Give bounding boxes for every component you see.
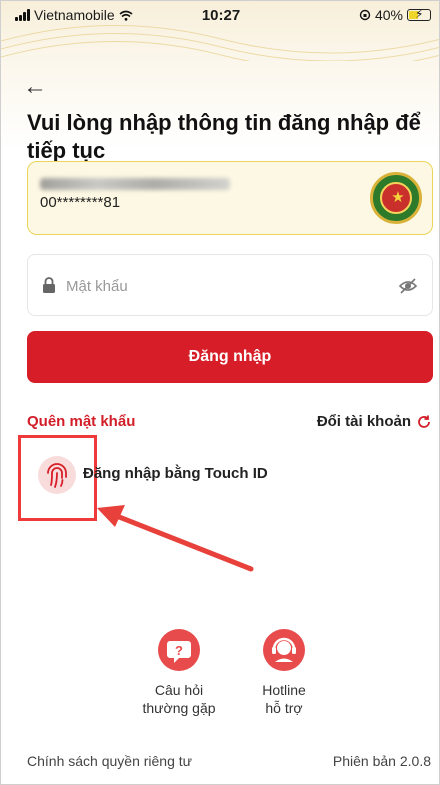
switch-account-link[interactable]: Đổi tài khoản [317, 413, 431, 430]
fingerprint-icon [47, 463, 67, 488]
page-title: Vui lòng nhập thông tin đăng nhập để tiế… [27, 110, 421, 163]
battery-icon: ⚡ [407, 7, 431, 21]
back-arrow-icon[interactable]: ← [23, 75, 47, 99]
hotline-label-line2: hỗ trợ [265, 700, 303, 716]
password-input[interactable] [66, 275, 366, 297]
password-field[interactable] [27, 254, 433, 316]
account-card[interactable]: 00********81 ★ [27, 161, 433, 235]
question-icon: ? [158, 629, 200, 671]
app-screen: Vietnamobile 10:27 40% ⚡ ← Vui lòng nhập… [0, 0, 440, 785]
status-bar: Vietnamobile 10:27 40% ⚡ [1, 1, 439, 31]
privacy-policy-link[interactable]: Chính sách quyền riêng tư [27, 753, 192, 769]
touch-id-button[interactable] [38, 456, 76, 494]
svg-text:?: ? [175, 643, 183, 658]
hotline-button[interactable]: Hotline hỗ trợ [239, 629, 329, 717]
faq-label-line1: Câu hỏi [154, 682, 204, 698]
faq-label-line2: thường gặp [142, 700, 216, 716]
lock-icon [43, 277, 55, 293]
eye-off-icon[interactable] [398, 277, 418, 295]
login-button[interactable]: Đăng nhập [27, 331, 433, 383]
account-id: 00********81 [40, 194, 121, 211]
refresh-icon [418, 415, 430, 428]
switch-account-label: Đổi tài khoản [316, 413, 411, 430]
headset-icon [263, 629, 305, 671]
rotation-lock-icon [359, 9, 371, 21]
forgot-password-link[interactable]: Quên mật khẩu [27, 413, 135, 430]
account-name-blurred [40, 178, 230, 190]
app-version: Phiên bản 2.0.8 [332, 753, 431, 769]
hotline-label-line1: Hotline [262, 682, 306, 698]
battery-percent: 40% [374, 7, 403, 23]
touch-id-label[interactable]: Đăng nhập bằng Touch ID [83, 465, 268, 482]
emblem-icon: ★ [370, 172, 422, 224]
faq-button[interactable]: ? Câu hỏi thường gặp [134, 629, 224, 717]
